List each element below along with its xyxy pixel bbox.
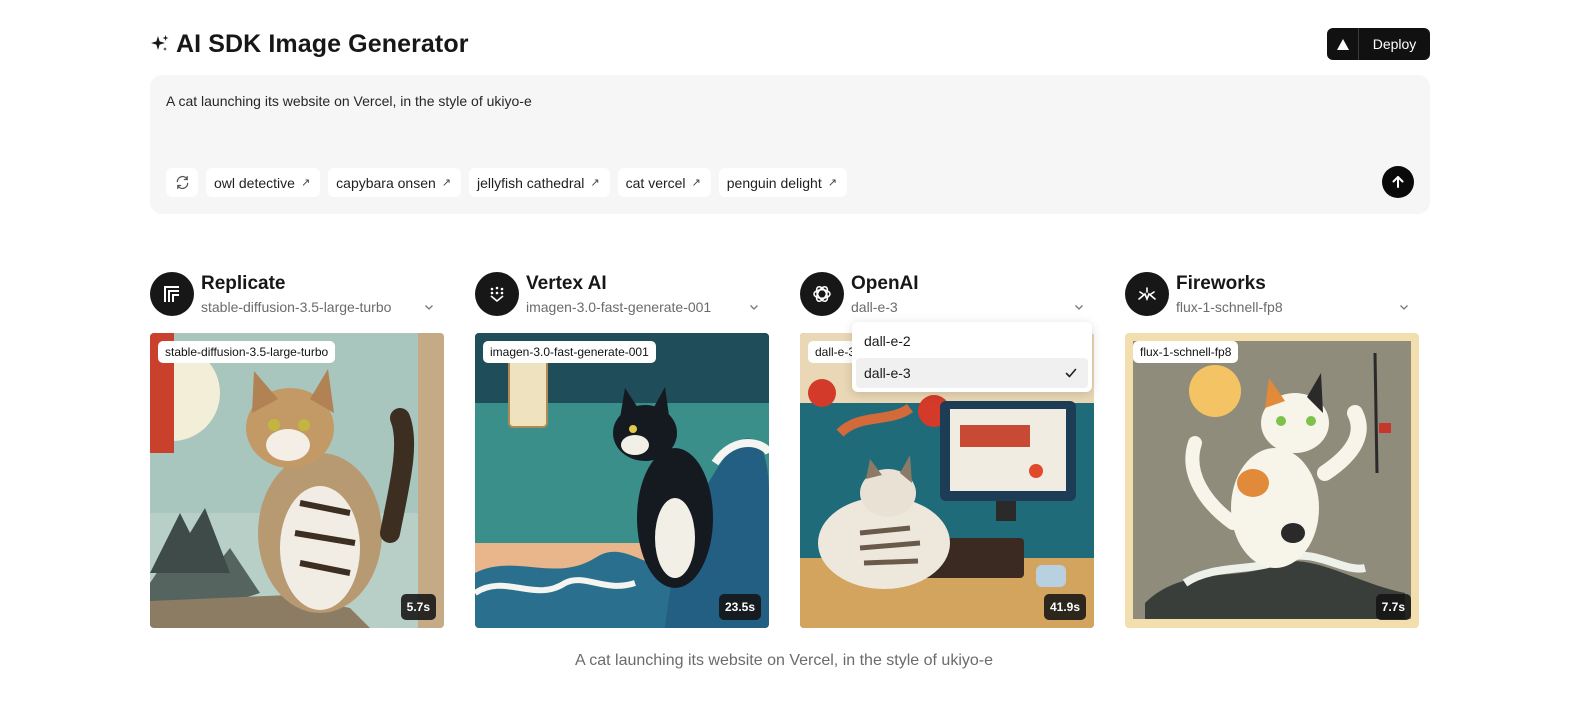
replicate-icon	[150, 272, 194, 316]
suggestion-label: owl detective	[214, 174, 295, 191]
generation-time-badge: 7.7s	[1375, 594, 1411, 620]
generated-image: stable-diffusion-3.5-large-turbo 5.7s	[150, 333, 444, 628]
model-select[interactable]: dall-e-3	[851, 299, 1091, 319]
sparkles-icon	[151, 35, 169, 51]
model-option-label: dall-e-3	[864, 365, 911, 381]
model-select-value: flux-1-schnell-fp8	[1176, 299, 1283, 315]
provider-name: Replicate	[201, 273, 286, 294]
arrow-up-right-icon: ↗	[590, 177, 600, 189]
suggestion-chip[interactable]: cat vercel ↗	[617, 168, 711, 197]
provider-header: Vertex AI imagen-3.0-fast-generate-001	[475, 271, 769, 317]
prompt-caption: A cat launching its website on Vercel, i…	[574, 652, 993, 669]
page-title: AI SDK Image Generator	[176, 29, 469, 58]
generation-time-badge: 5.7s	[400, 594, 436, 620]
provider-card-vertex-ai: Vertex AI imagen-3.0-fast-generate-001 i…	[475, 271, 769, 629]
suggestion-chip[interactable]: owl detective ↗	[206, 168, 321, 197]
model-select[interactable]: stable-diffusion-3.5-large-turbo	[201, 299, 441, 319]
suggestion-label: cat vercel	[625, 174, 686, 191]
generated-image: flux-1-schnell-fp8 7.7s	[1125, 333, 1419, 628]
provider-name: Fireworks	[1176, 273, 1266, 294]
provider-card-fireworks: Fireworks flux-1-schnell-fp8 flux-1-schn…	[1125, 271, 1419, 629]
model-badge: stable-diffusion-3.5-large-turbo	[158, 341, 336, 363]
openai-icon	[800, 272, 844, 316]
provider-header: OpenAI dall-e-3	[800, 271, 1094, 317]
model-option-selected[interactable]: dall-e-3	[856, 358, 1088, 388]
check-icon	[1065, 368, 1077, 378]
suggestion-chip[interactable]: jellyfish cathedral ↗	[469, 168, 610, 197]
model-badge: imagen-3.0-fast-generate-001	[483, 341, 656, 363]
chevron-down-icon	[750, 305, 758, 310]
chevron-down-icon	[1400, 305, 1408, 310]
provider-header: Replicate stable-diffusion-3.5-large-tur…	[150, 271, 444, 317]
model-badge: flux-1-schnell-fp8	[1133, 341, 1239, 363]
model-option-label: dall-e-2	[864, 333, 911, 349]
generated-image: imagen-3.0-fast-generate-001 23.5s	[475, 333, 769, 628]
model-select-value: stable-diffusion-3.5-large-turbo	[201, 299, 392, 315]
prompt-box[interactable]: A cat launching its website on Vercel, i…	[150, 75, 1430, 214]
refresh-suggestions-button[interactable]	[166, 168, 198, 197]
submit-button[interactable]	[1382, 166, 1414, 198]
arrow-up-right-icon: ↗	[691, 177, 701, 189]
generation-time-badge: 41.9s	[1043, 594, 1086, 620]
generation-time-badge: 23.5s	[718, 594, 761, 620]
arrow-up-right-icon: ↗	[441, 177, 452, 189]
suggestion-label: jellyfish cathedral	[477, 174, 585, 191]
provider-header: Fireworks flux-1-schnell-fp8	[1125, 271, 1419, 317]
deploy-label: Deploy	[1372, 36, 1417, 52]
prompt-input[interactable]: A cat launching its website on Vercel, i…	[166, 93, 1366, 109]
model-select[interactable]: flux-1-schnell-fp8	[1176, 299, 1416, 319]
vercel-triangle-icon	[1327, 28, 1359, 60]
suggestions: owl detective ↗ capybara onsen ↗ jellyfish…	[166, 168, 847, 197]
fireworks-icon	[1125, 272, 1169, 316]
provider-name: Vertex AI	[526, 273, 607, 294]
provider-grid: Replicate stable-diffusion-3.5-large-tur…	[150, 271, 1430, 629]
model-select-value: dall-e-3	[851, 299, 898, 315]
provider-name: OpenAI	[851, 273, 919, 294]
model-dropdown-menu: dall-e-2 dall-e-3	[852, 322, 1092, 392]
refresh-icon	[176, 175, 188, 190]
suggestion-label: penguin delight	[726, 174, 822, 191]
arrow-up-icon	[1392, 176, 1404, 188]
deploy-button[interactable]: Deploy	[1327, 28, 1430, 60]
model-option[interactable]: dall-e-2	[856, 326, 1088, 356]
provider-card-replicate: Replicate stable-diffusion-3.5-large-tur…	[150, 271, 444, 629]
chevron-down-icon	[1075, 305, 1083, 310]
header: AI SDK Image Generator Deploy	[150, 28, 1430, 60]
arrow-up-right-icon: ↗	[300, 177, 311, 189]
model-select-value: imagen-3.0-fast-generate-001	[526, 299, 712, 315]
arrow-up-right-icon: ↗	[827, 177, 837, 189]
model-select[interactable]: imagen-3.0-fast-generate-001	[526, 299, 766, 319]
title-wrap: AI SDK Image Generator	[150, 28, 469, 60]
suggestion-label: capybara onsen	[336, 174, 436, 191]
chevron-down-icon	[425, 305, 433, 310]
vertex-ai-icon	[475, 272, 519, 316]
suggestion-chip[interactable]: capybara onsen ↗	[328, 168, 462, 197]
suggestion-chip[interactable]: penguin delight ↗	[718, 168, 847, 197]
